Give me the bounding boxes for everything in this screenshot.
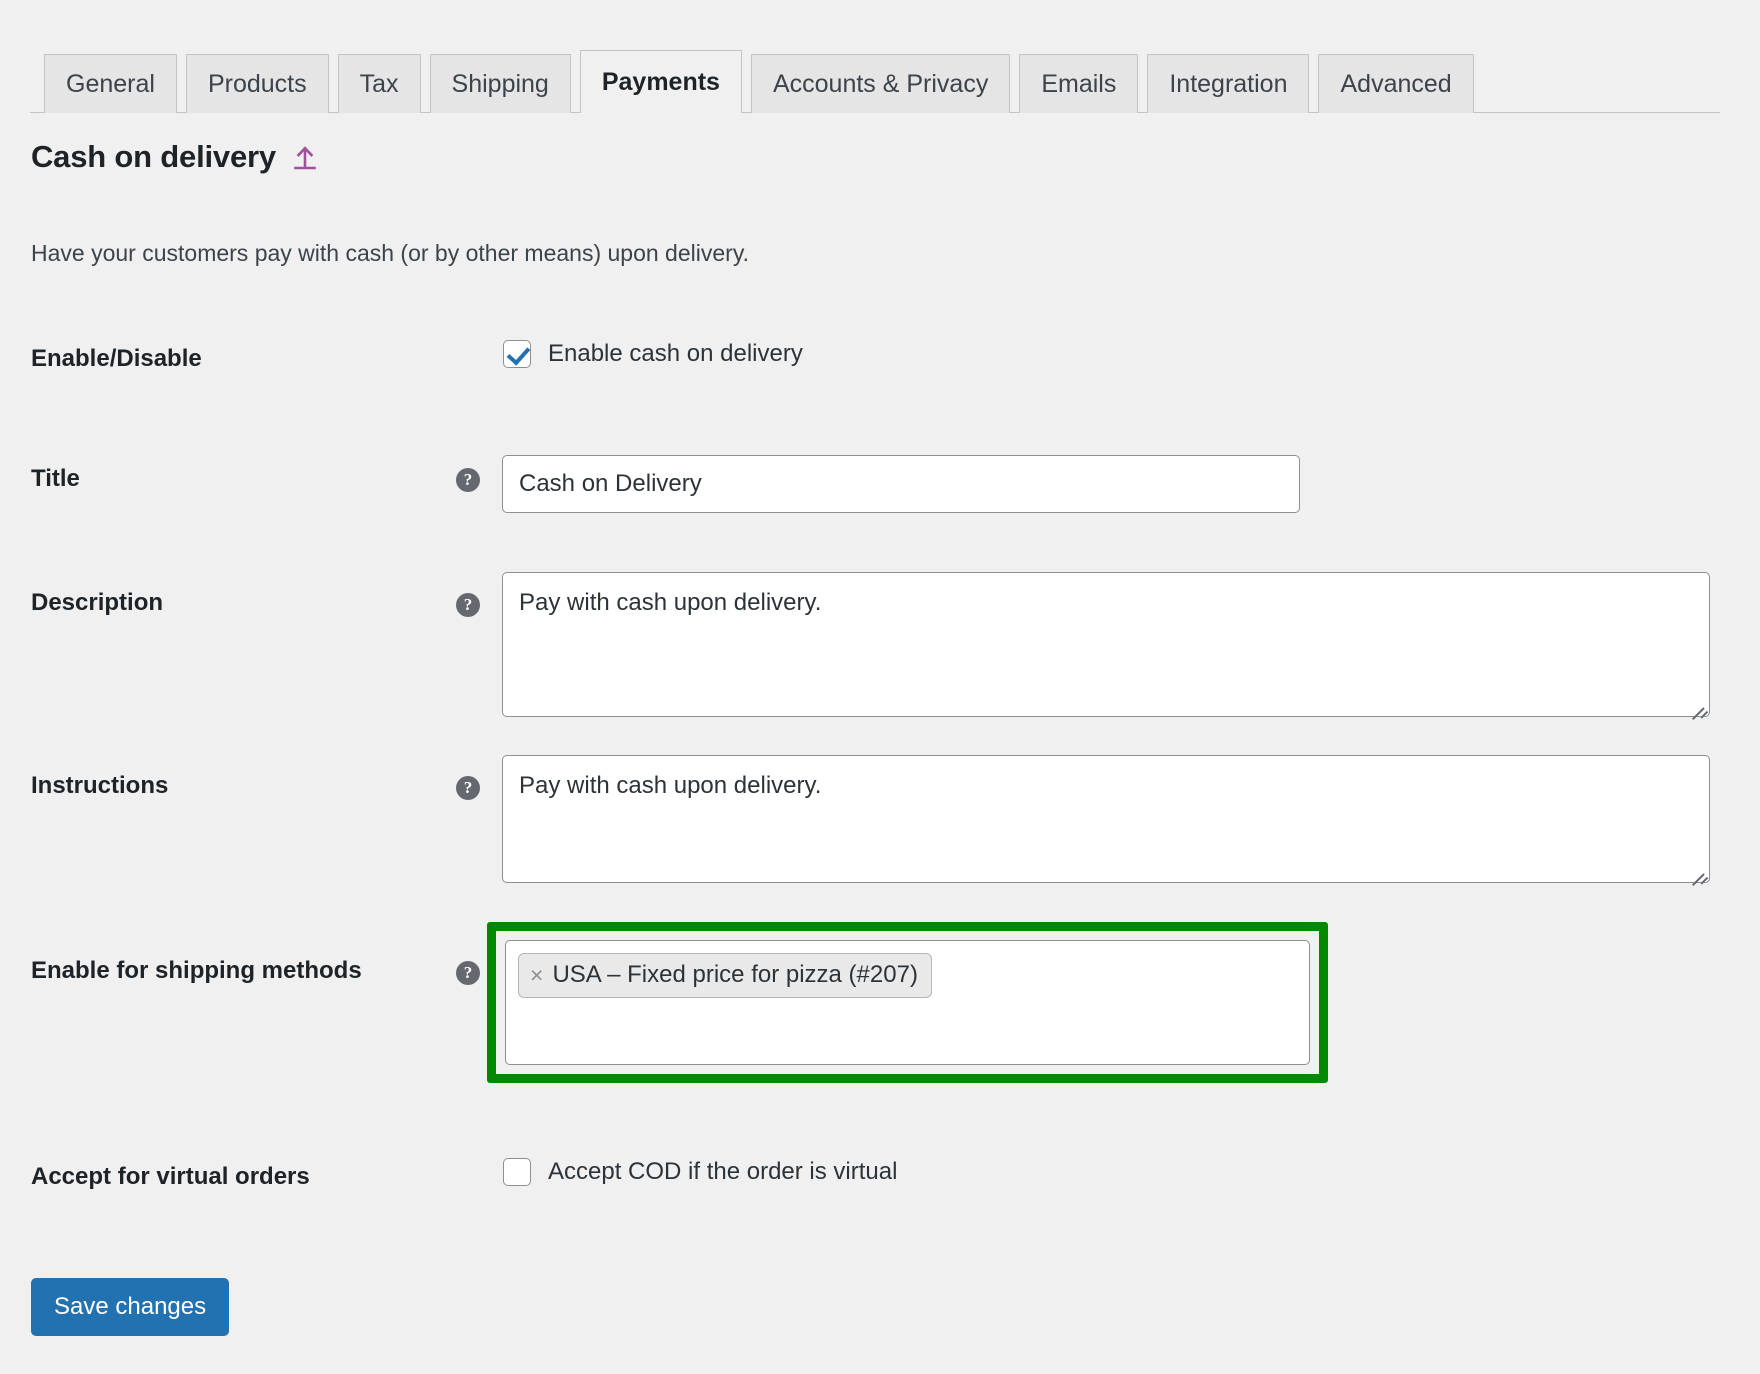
tab-emails[interactable]: Emails <box>1019 54 1138 113</box>
tab-shipping[interactable]: Shipping <box>430 54 571 113</box>
token-label: USA – Fixed price for pizza (#207) <box>552 961 918 989</box>
instructions-help-icon[interactable]: ? <box>456 776 480 800</box>
tab-emails-label: Emails <box>1041 70 1116 98</box>
enable-cod-checkbox-line[interactable]: Enable cash on delivery <box>503 340 803 368</box>
shipping-methods-label: Enable for shipping methods <box>31 957 362 985</box>
tab-payments[interactable]: Payments <box>580 50 742 113</box>
settings-page: General Products Tax Shipping Payments A… <box>0 0 1760 1374</box>
tab-integration[interactable]: Integration <box>1147 54 1309 113</box>
shipping-method-token[interactable]: × USA – Fixed price for pizza (#207) <box>518 953 932 998</box>
tab-general[interactable]: General <box>44 54 177 113</box>
tab-list: General Products Tax Shipping Payments A… <box>44 50 1474 113</box>
tab-products[interactable]: Products <box>186 54 329 113</box>
accept-cod-virtual-checkbox[interactable] <box>503 1158 531 1186</box>
tab-tax[interactable]: Tax <box>338 54 421 113</box>
field-row-virtual-orders: Accept for virtual orders Accept COD if … <box>0 1158 1760 1218</box>
title-input[interactable] <box>502 455 1300 513</box>
token-remove-icon[interactable]: × <box>530 964 543 987</box>
enable-cod-checkbox[interactable] <box>503 340 531 368</box>
tab-general-label: General <box>66 70 155 98</box>
description-help-icon[interactable]: ? <box>456 593 480 617</box>
description-textarea-wrap <box>502 572 1710 717</box>
field-row-title: Title ? <box>0 455 1760 525</box>
enable-cod-checkbox-label[interactable]: Enable cash on delivery <box>548 340 803 368</box>
instructions-textarea[interactable] <box>502 755 1710 883</box>
title-label: Title <box>31 465 80 493</box>
accept-cod-virtual-checkbox-line[interactable]: Accept COD if the order is virtual <box>503 1158 897 1186</box>
accept-cod-virtual-checkbox-label[interactable]: Accept COD if the order is virtual <box>548 1158 897 1186</box>
field-row-instructions: Instructions ? <box>0 755 1760 915</box>
tab-integration-label: Integration <box>1169 70 1287 98</box>
title-help-icon[interactable]: ? <box>456 468 480 492</box>
virtual-orders-label: Accept for virtual orders <box>31 1163 310 1191</box>
field-row-enable-disable: Enable/Disable Enable cash on delivery <box>0 340 1760 400</box>
settings-tab-bar: General Products Tax Shipping Payments A… <box>0 47 1760 113</box>
tab-shipping-label: Shipping <box>452 70 549 98</box>
instructions-label: Instructions <box>31 772 168 800</box>
tab-advanced[interactable]: Advanced <box>1318 54 1473 113</box>
page-description: Have your customers pay with cash (or by… <box>31 240 749 267</box>
description-textarea[interactable] <box>502 572 1710 717</box>
tab-advanced-label: Advanced <box>1340 70 1451 98</box>
save-changes-button[interactable]: Save changes <box>31 1278 229 1336</box>
field-row-shipping-methods: Enable for shipping methods ? × USA – Fi… <box>0 930 1760 1110</box>
tab-payments-label: Payments <box>602 68 720 96</box>
field-row-description: Description ? <box>0 572 1760 732</box>
enable-disable-label: Enable/Disable <box>31 345 202 373</box>
shipping-methods-help-icon[interactable]: ? <box>456 961 480 985</box>
tab-tax-label: Tax <box>360 70 399 98</box>
shipping-methods-multiselect[interactable]: × USA – Fixed price for pizza (#207) <box>505 940 1310 1065</box>
instructions-textarea-wrap <box>502 755 1710 883</box>
description-label: Description <box>31 589 163 617</box>
page-title: Cash on delivery <box>31 139 276 175</box>
tab-accounts-privacy[interactable]: Accounts & Privacy <box>751 54 1010 113</box>
arrow-up-return-icon[interactable] <box>292 144 318 170</box>
tab-products-label: Products <box>208 70 307 98</box>
tab-accounts-privacy-label: Accounts & Privacy <box>773 70 988 98</box>
page-heading-row: Cash on delivery <box>31 139 318 175</box>
